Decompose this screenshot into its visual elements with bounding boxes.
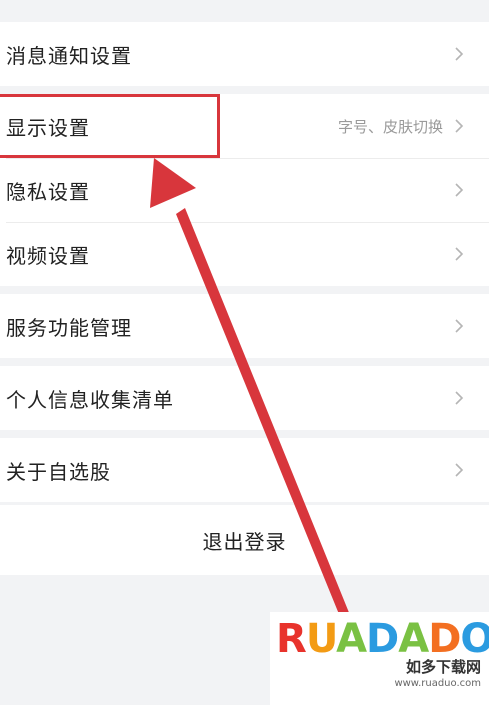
chevron-right-icon (455, 183, 464, 197)
chevron-right-icon (455, 47, 464, 61)
settings-item-about[interactable]: 关于自选股 (0, 438, 489, 502)
settings-item-notifications[interactable]: 消息通知设置 (0, 22, 489, 86)
chevron-right-icon (455, 463, 464, 477)
settings-group-notifications: 消息通知设置 (0, 22, 489, 86)
settings-item-services[interactable]: 服务功能管理 (0, 294, 489, 358)
settings-item-label: 个人信息收集清单 (6, 387, 174, 412)
settings-item-hint: 字号、皮肤切换 (337, 117, 443, 136)
settings-item-label: 视频设置 (6, 243, 90, 268)
watermark-cn-text: 如多下载网 (405, 658, 481, 676)
watermark-url: www.ruaduo.com (394, 678, 481, 689)
settings-screen: 消息通知设置 显示设置 字号、皮肤切换 隐私设置 视频设置 服务功能管理 个人信… (0, 0, 489, 705)
chevron-right-icon (455, 119, 464, 133)
settings-item-label: 关于自选股 (6, 459, 111, 484)
logout-button[interactable]: 退出登录 (0, 505, 489, 575)
chevron-right-icon (455, 391, 464, 405)
logout-label: 退出登录 (202, 529, 287, 554)
chevron-right-icon (455, 247, 464, 261)
settings-item-label: 消息通知设置 (6, 43, 132, 68)
settings-item-video[interactable]: 视频设置 (0, 222, 489, 286)
highlight-box (0, 94, 220, 158)
chevron-right-icon (455, 319, 464, 333)
settings-item-label: 隐私设置 (6, 179, 90, 204)
settings-group-about: 关于自选股 (0, 438, 489, 502)
settings-item-label: 服务功能管理 (6, 315, 132, 340)
settings-item-personal-info[interactable]: 个人信息收集清单 (0, 366, 489, 430)
settings-group-personal-info: 个人信息收集清单 (0, 366, 489, 430)
settings-item-privacy[interactable]: 隐私设置 (0, 158, 489, 222)
settings-group-services: 服务功能管理 (0, 294, 489, 358)
watermark-logo: RUADADO 如多下载网 www.ruaduo.com (270, 612, 489, 705)
